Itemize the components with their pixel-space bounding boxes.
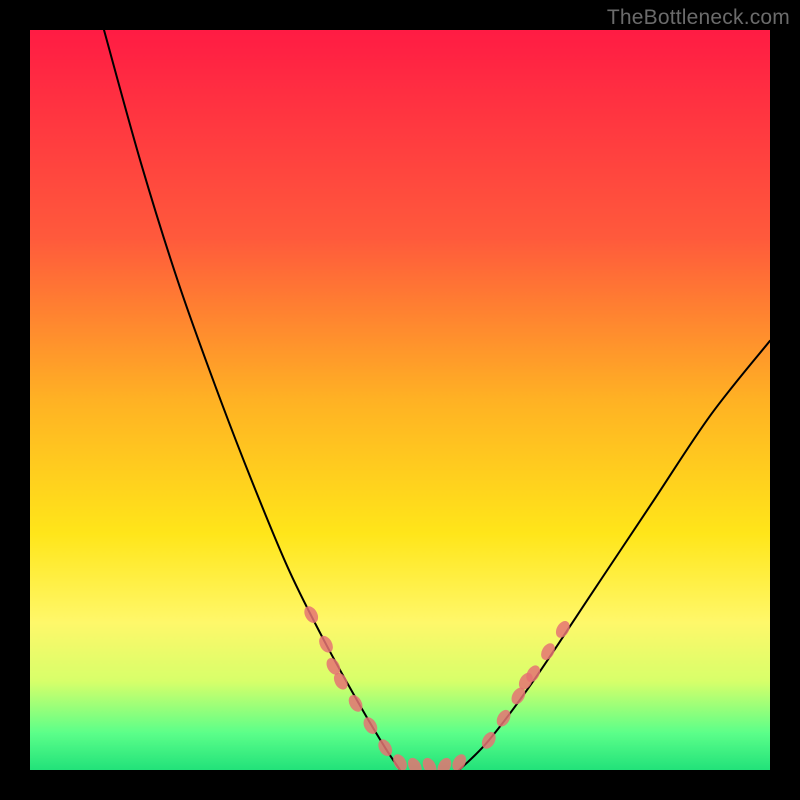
sample-point <box>494 707 513 729</box>
curve-left <box>104 30 400 770</box>
watermark-text: TheBottleneck.com <box>607 6 790 30</box>
sample-point <box>435 756 454 770</box>
right-curve-path <box>459 341 770 770</box>
chart-svg <box>30 30 770 770</box>
sample-point <box>302 604 321 626</box>
sample-point <box>450 752 469 770</box>
left-curve-path <box>104 30 400 770</box>
sample-point <box>316 633 335 655</box>
sample-point <box>420 756 439 770</box>
chart-frame <box>30 30 770 770</box>
sample-point <box>553 619 572 641</box>
curve-right <box>459 341 770 770</box>
marker-group <box>302 604 573 770</box>
sample-point <box>405 756 424 770</box>
sample-point <box>390 752 409 770</box>
sample-point <box>376 737 395 759</box>
sample-point <box>538 641 557 663</box>
